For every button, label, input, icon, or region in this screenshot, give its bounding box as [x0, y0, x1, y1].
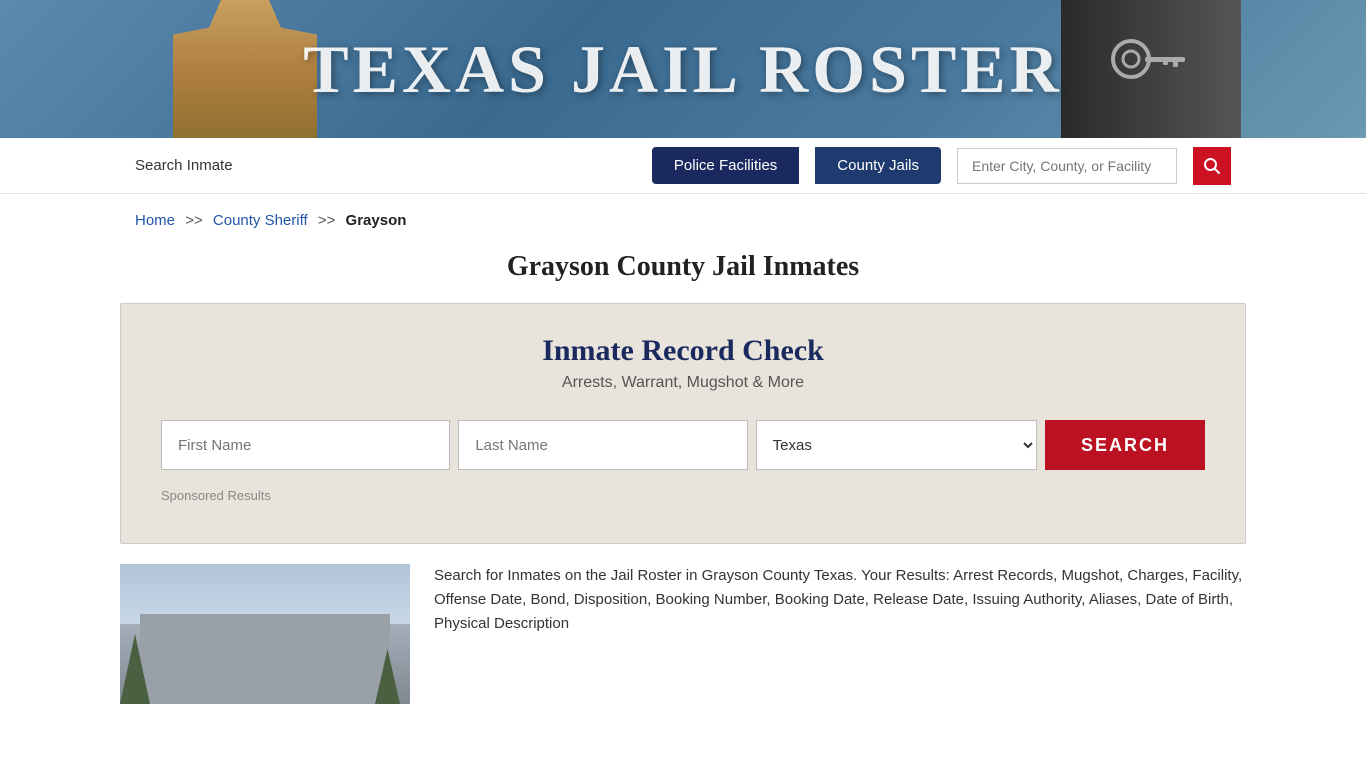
last-name-input[interactable]: [458, 420, 747, 470]
keys-icon: [1101, 19, 1201, 119]
record-check-box: Inmate Record Check Arrests, Warrant, Mu…: [120, 303, 1246, 544]
page-title: Grayson County Jail Inmates: [0, 239, 1366, 303]
first-name-input[interactable]: [161, 420, 450, 470]
header-banner: Texas Jail Roster: [0, 0, 1366, 138]
building-decoration: [140, 614, 390, 704]
search-button[interactable]: SEARCH: [1045, 420, 1205, 470]
description-text: Search for Inmates on the Jail Roster in…: [434, 564, 1246, 636]
bottom-section: Search for Inmates on the Jail Roster in…: [0, 544, 1366, 724]
search-icon: [1203, 157, 1221, 175]
record-check-subtitle: Arrests, Warrant, Mugshot & More: [161, 374, 1205, 392]
record-check-title: Inmate Record Check: [161, 334, 1205, 368]
site-title: Texas Jail Roster: [303, 30, 1063, 109]
facility-search-button[interactable]: [1193, 147, 1231, 185]
facility-search-input[interactable]: [957, 148, 1177, 184]
nav-bar: Search Inmate Police Facilities County J…: [0, 138, 1366, 194]
breadcrumb-sep-1: >>: [185, 212, 203, 229]
facility-image: [120, 564, 410, 704]
breadcrumb-current: Grayson: [346, 212, 407, 229]
state-select[interactable]: AlabamaAlaskaArizonaArkansasCaliforniaCo…: [756, 420, 1037, 470]
breadcrumb-home[interactable]: Home: [135, 212, 175, 229]
search-fields: AlabamaAlaskaArizonaArkansasCaliforniaCo…: [161, 420, 1205, 470]
sponsored-label: Sponsored Results: [161, 488, 1205, 503]
nav-label: Search Inmate: [135, 157, 233, 174]
breadcrumb: Home >> County Sheriff >> Grayson: [0, 194, 1366, 239]
breadcrumb-county-sheriff[interactable]: County Sheriff: [213, 212, 308, 229]
breadcrumb-sep-2: >>: [318, 212, 336, 229]
county-jails-button[interactable]: County Jails: [815, 147, 941, 184]
keys-decoration: [1061, 0, 1241, 138]
police-facilities-button[interactable]: Police Facilities: [652, 147, 799, 184]
